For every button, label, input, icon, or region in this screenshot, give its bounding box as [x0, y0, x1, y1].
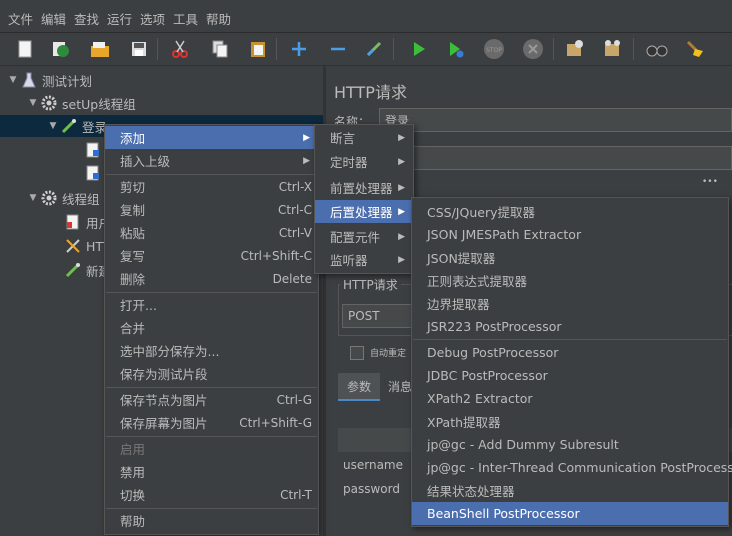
tree-node-setup-thread-group[interactable]: ▼ setUp线程组 — [26, 92, 136, 114]
tab-body[interactable]: 消息 — [388, 378, 412, 395]
menu-item-xpath-extractor[interactable]: XPath提取器 — [412, 410, 728, 433]
menu-item-beanshell-postprocessor[interactable]: BeanShell PostProcessor — [412, 502, 728, 525]
gear-icon — [40, 94, 58, 112]
start-no-pause-icon[interactable] — [442, 36, 468, 62]
menu-item-postprocessors[interactable]: 后置处理器 ▶ — [315, 200, 413, 223]
templates-icon[interactable] — [47, 36, 73, 62]
menu-item-listeners[interactable]: 监听器 ▶ — [315, 248, 413, 271]
clear-icon[interactable] — [562, 36, 588, 62]
menu-item-merge[interactable]: 合并 — [105, 316, 318, 339]
reset-search-icon[interactable] — [682, 36, 708, 62]
collapse-arrow-icon[interactable]: ▼ — [6, 75, 20, 85]
wrench-icon — [64, 237, 82, 255]
menu-item-enable: 启用 — [120, 442, 146, 457]
table-row[interactable]: username — [343, 458, 403, 472]
menu-item-help[interactable]: 帮助 — [105, 509, 318, 532]
menu-item-paste[interactable]: 粘贴 Ctrl-V — [105, 221, 318, 244]
context-menu: 添加 ▶ 插入上级 ▶ 剪切 Ctrl-X 复制 Ctrl-C 粘贴 Ctrl-V 复写 C… — [104, 124, 319, 535]
menu-file[interactable]: 文件 — [8, 9, 33, 28]
collapse-arrow-icon[interactable]: ▼ — [26, 98, 40, 108]
paste-icon[interactable] — [245, 36, 271, 62]
search-icon[interactable] — [644, 36, 670, 62]
comment-input[interactable] — [379, 146, 732, 170]
menu-item-json-extractor[interactable]: JSON提取器 — [412, 246, 728, 269]
collapse-arrow-icon[interactable]: ▼ — [26, 193, 40, 203]
menu-item-add[interactable]: 添加 ▶ — [105, 126, 318, 149]
name-input[interactable]: 登录 — [379, 108, 732, 132]
menu-item-save-selection-as[interactable]: 选中部分保存为... — [105, 339, 318, 362]
collapse-icon[interactable] — [325, 36, 351, 62]
copy-icon[interactable] — [207, 36, 233, 62]
menu-item-json-jmespath-extractor[interactable]: JSON JMESPath Extractor — [412, 223, 728, 246]
flask-icon — [20, 71, 38, 89]
collapse-arrow-icon[interactable]: ▼ — [46, 121, 60, 131]
menu-item-copy[interactable]: 复制 Ctrl-C — [105, 198, 318, 221]
menu-item-inter-thread-communication[interactable]: jp@gc - Inter-Thread Communication PostP… — [412, 456, 732, 479]
menu-item-preprocessors[interactable]: 前置处理器 ▶ — [315, 176, 413, 199]
menu-item-save-node-image[interactable]: 保存节点为图片 Ctrl-G — [105, 388, 318, 411]
menu-item-regex-extractor[interactable]: 正则表达式提取器 — [412, 269, 728, 292]
pipette-icon — [60, 117, 78, 135]
menu-item-boundary-extractor[interactable]: 边界提取器 — [412, 292, 728, 315]
menu-item-toggle[interactable]: 切换 Ctrl-T — [105, 483, 318, 506]
menu-help[interactable]: 帮助 — [206, 9, 231, 28]
more-dots[interactable]: ••• — [702, 177, 718, 187]
shutdown-icon[interactable] — [520, 36, 546, 62]
menu-search[interactable]: 查找 — [74, 9, 99, 28]
pipette-icon — [64, 261, 82, 279]
menu-item-debug-postprocessor[interactable]: Debug PostProcessor — [412, 341, 728, 364]
save-icon[interactable] — [126, 36, 152, 62]
menu-item-jdbc-postprocessor[interactable]: JDBC PostProcessor — [412, 364, 728, 387]
menu-item-delete[interactable]: 删除 Delete — [105, 267, 318, 290]
table-row[interactable]: password — [343, 482, 400, 496]
menu-edit[interactable]: 编辑 — [41, 9, 66, 28]
menu-tools[interactable]: 工具 — [173, 9, 198, 28]
menu-item-duplicate[interactable]: 复写 Ctrl+Shift-C — [105, 244, 318, 267]
menu-item-jsr223-postprocessor[interactable]: JSR223 PostProcessor — [412, 315, 728, 338]
method-select[interactable]: POST — [342, 304, 412, 328]
tree-node-child-1[interactable] — [84, 139, 106, 161]
clear-all-icon[interactable] — [600, 36, 626, 62]
document-icon — [84, 164, 102, 182]
postprocessor-submenu: CSS/JQuery提取器 JSON JMESPath Extractor JS… — [411, 197, 732, 527]
stop-icon[interactable]: STOP — [481, 36, 507, 62]
menu-item-cut[interactable]: 剪切 Ctrl-X — [105, 175, 318, 198]
expand-icon[interactable] — [286, 36, 312, 62]
tree-node-thread-group[interactable]: ▼ 线程组 — [26, 187, 100, 209]
new-icon[interactable] — [12, 36, 38, 62]
auto-redirect-checkbox[interactable] — [350, 346, 364, 360]
menubar: 文件 编辑 查找 运行 选项 工具 帮助 — [0, 0, 732, 33]
menu-item-disable[interactable]: 禁用 — [105, 460, 318, 483]
menu-item-save-screen-image[interactable]: 保存屏幕为图片 Ctrl+Shift-G — [105, 411, 318, 434]
menu-item-css-jquery-extractor[interactable]: CSS/JQuery提取器 — [412, 200, 728, 223]
menu-item-config-elements[interactable]: 配置元件 ▶ — [315, 225, 413, 248]
http-request-group-label: HTTP请求 — [340, 276, 401, 293]
menu-item-open[interactable]: 打开... — [105, 293, 318, 316]
tab-params[interactable]: 参数 — [338, 373, 380, 401]
document-icon — [84, 141, 102, 159]
gear-icon — [40, 189, 58, 207]
panel-title: HTTP请求 — [334, 83, 407, 102]
menu-item-add-dummy-subresult[interactable]: jp@gc - Add Dummy Subresult — [412, 433, 728, 456]
auto-redirect-label: 自动重定 — [370, 349, 407, 359]
menu-item-assertions[interactable]: 断言 ▶ — [315, 126, 413, 149]
start-icon[interactable] — [405, 36, 431, 62]
menu-item-timers[interactable]: 定时器 ▶ — [315, 150, 413, 173]
add-submenu: 断言 ▶ 定时器 ▶ 前置处理器 ▶ 后置处理器 ▶ 配置元件 ▶ 监听器 ▶ — [314, 124, 414, 274]
tree-node-test-plan[interactable]: ▼ 测试计划 — [6, 69, 92, 91]
open-icon[interactable] — [87, 36, 113, 62]
toggle-icon[interactable] — [361, 36, 387, 62]
tree-node-child-2[interactable] — [84, 162, 106, 184]
menu-item-save-as-fragment[interactable]: 保存为测试片段 — [105, 362, 318, 385]
config-doc-icon — [64, 213, 82, 231]
svg-text:STOP: STOP — [486, 47, 502, 54]
menu-item-xpath2-extractor[interactable]: XPath2 Extractor — [412, 387, 728, 410]
toolbar: STOP — [0, 33, 732, 66]
menu-item-result-status-handler[interactable]: 结果状态处理器 — [412, 479, 728, 502]
cut-icon[interactable] — [167, 36, 193, 62]
menu-options[interactable]: 选项 — [140, 9, 165, 28]
menu-item-insert-parent[interactable]: 插入上级 ▶ — [105, 149, 318, 172]
menu-run[interactable]: 运行 — [107, 9, 132, 28]
